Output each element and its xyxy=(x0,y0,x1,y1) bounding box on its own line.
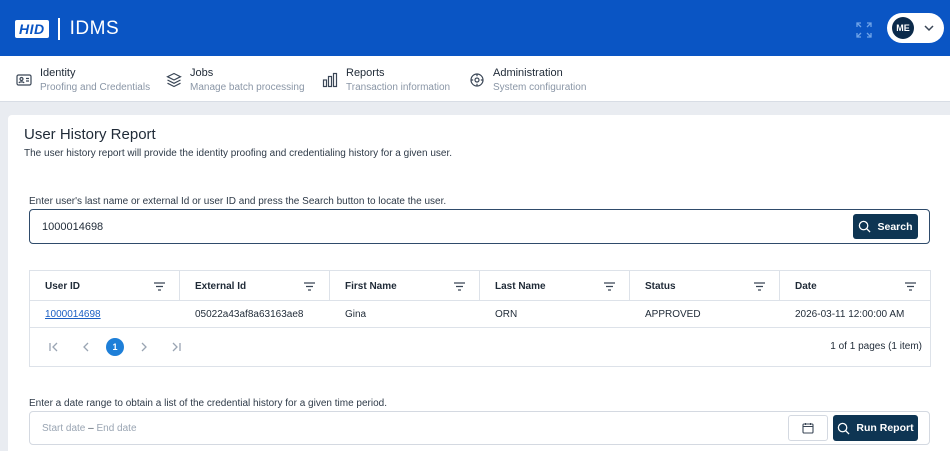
nav-subtitle: System configuration xyxy=(493,82,587,93)
column-label: Date xyxy=(795,281,817,292)
search-button[interactable]: Search xyxy=(853,214,918,239)
column-header-status[interactable]: Status xyxy=(630,271,780,301)
date-range-input[interactable]: Start date – End date Run Report xyxy=(29,411,930,445)
user-menu-button[interactable]: ME xyxy=(887,13,944,43)
user-id-link[interactable]: 1000014698 xyxy=(45,309,101,320)
search-input-value: 1000014698 xyxy=(42,221,104,233)
first-name-cell: Gina xyxy=(345,309,367,320)
table-row[interactable]: 1000014698 05022a43af8a63163ae8 Gina ORN… xyxy=(30,302,930,328)
nav-title: Jobs xyxy=(190,67,214,79)
date-range-placeholder: Start date – End date xyxy=(42,423,137,434)
bar-chart-icon xyxy=(322,72,338,88)
nav-item-jobs[interactable]: Jobs Manage batch processing xyxy=(166,67,305,94)
last-page-icon[interactable] xyxy=(170,341,182,353)
date-separator: – xyxy=(88,423,94,434)
nav-subtitle: Manage batch processing xyxy=(190,82,305,93)
fullscreen-icon[interactable] xyxy=(856,22,872,38)
nav-subtitle: Proofing and Credentials xyxy=(40,82,151,93)
results-grid: User ID External Id First Name Last Name… xyxy=(29,270,931,367)
run-report-button[interactable]: Run Report xyxy=(833,415,918,441)
gear-icon xyxy=(470,73,484,87)
column-header-last-name[interactable]: Last Name xyxy=(480,271,630,301)
calendar-icon xyxy=(802,423,814,434)
end-date-placeholder: End date xyxy=(96,423,137,434)
nav-item-identity[interactable]: Identity Proofing and Credentials xyxy=(16,67,150,94)
column-label: User ID xyxy=(45,281,81,292)
nav-title: Reports xyxy=(346,67,385,79)
column-label: External Id xyxy=(195,281,247,292)
avatar: ME xyxy=(892,17,914,39)
stack-icon xyxy=(166,72,182,88)
nav-item-reports[interactable]: Reports Transaction information xyxy=(322,67,450,94)
external-id-cell: 05022a43af8a63163ae8 xyxy=(195,309,304,320)
page-title: User History Report xyxy=(24,126,156,143)
search-button-label: Search xyxy=(877,220,913,233)
next-page-icon[interactable] xyxy=(138,341,150,353)
column-label: Status xyxy=(645,281,676,292)
page-description: The user history report will provide the… xyxy=(24,148,453,159)
filter-icon[interactable] xyxy=(304,282,315,291)
nav-subtitle: Transaction information xyxy=(346,82,451,93)
nav-title: Identity xyxy=(40,67,76,79)
hid-logo-badge: HID xyxy=(15,20,49,38)
report-card: User History Report The user history rep… xyxy=(8,115,950,451)
filter-icon[interactable] xyxy=(905,282,916,291)
column-label: Last Name xyxy=(495,281,546,292)
column-header-user-id[interactable]: User ID xyxy=(30,271,180,301)
filter-icon[interactable] xyxy=(604,282,615,291)
calendar-button[interactable] xyxy=(788,415,828,441)
current-page-button[interactable]: 1 xyxy=(106,338,124,356)
pager-info: 1 of 1 pages (1 item) xyxy=(830,341,922,352)
chevron-down-icon xyxy=(924,25,934,32)
logo-divider xyxy=(57,18,60,40)
date-range-label: Enter a date range to obtain a list of t… xyxy=(29,398,387,409)
status-cell: APPROVED xyxy=(645,309,701,320)
column-header-first-name[interactable]: First Name xyxy=(330,271,480,301)
search-label: Enter user's last name or external Id or… xyxy=(29,196,447,207)
first-page-icon[interactable] xyxy=(48,341,60,353)
prev-page-icon[interactable] xyxy=(80,341,92,353)
search-input[interactable]: 1000014698 Search xyxy=(29,209,930,244)
main-nav: Identity Proofing and Credentials Jobs M… xyxy=(0,56,950,102)
start-date-placeholder: Start date xyxy=(42,423,86,434)
filter-icon[interactable] xyxy=(754,282,765,291)
column-label: First Name xyxy=(345,281,397,292)
filter-icon[interactable] xyxy=(154,282,165,291)
nav-item-administration[interactable]: Administration System configuration xyxy=(469,67,586,94)
top-bar: HID IDMS ME xyxy=(0,0,950,56)
app-name: IDMS xyxy=(69,18,120,39)
column-header-external-id[interactable]: External Id xyxy=(180,271,330,301)
grid-header: User ID External Id First Name Last Name… xyxy=(30,271,930,301)
last-name-cell: ORN xyxy=(495,309,518,320)
pager: 1 1 of 1 pages (1 item) xyxy=(30,328,930,366)
app-logo[interactable]: HID IDMS xyxy=(15,18,119,40)
search-icon xyxy=(838,422,850,435)
date-cell: 2026-03-11 12:00:00 AM xyxy=(795,309,905,320)
id-card-icon xyxy=(16,74,32,86)
filter-icon[interactable] xyxy=(454,282,465,291)
search-icon xyxy=(859,220,872,233)
run-report-label: Run Report xyxy=(856,422,914,434)
nav-title: Administration xyxy=(493,67,563,79)
column-header-date[interactable]: Date xyxy=(780,271,930,301)
